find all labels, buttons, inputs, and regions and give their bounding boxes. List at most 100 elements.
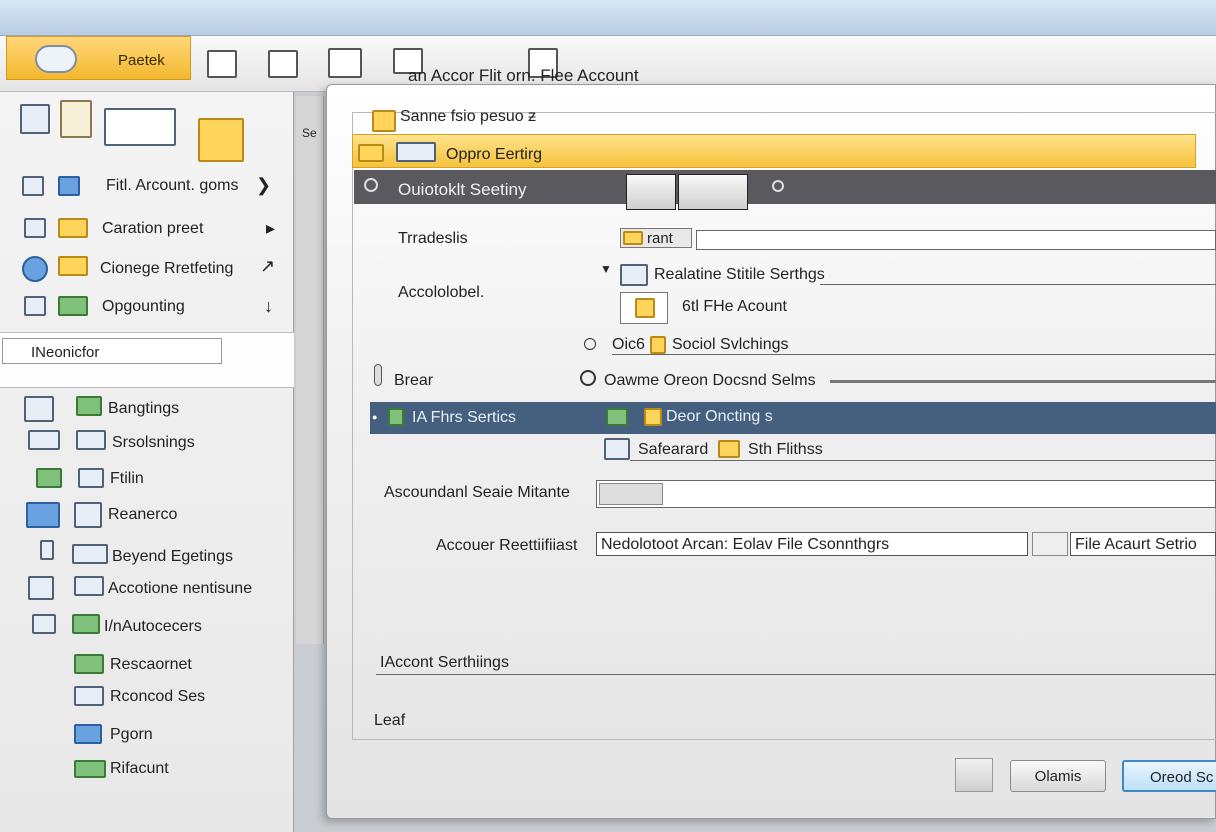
nav-search-value: INeonicfor <box>31 344 100 361</box>
monitor-icon <box>26 502 60 528</box>
ribbon-file-label: Paetek <box>118 52 165 69</box>
folder-icon <box>623 231 643 245</box>
folder-icon[interactable] <box>198 118 244 162</box>
accouer-label: Accouer Reettiifiiast <box>436 537 578 554</box>
accolobel-label: Accololobel. <box>398 284 485 301</box>
window-titlebar <box>0 0 1216 36</box>
account-file-button[interactable] <box>620 292 668 324</box>
cancel-label: Olamis <box>1034 768 1082 785</box>
oieg-label: Oic6 <box>612 336 645 353</box>
chevron-right-icon[interactable]: ❯ <box>256 175 271 196</box>
screen-icon <box>74 502 102 528</box>
leaf-label: Leaf <box>374 712 406 729</box>
list-item-label: Pgorn <box>110 726 153 743</box>
card-icon <box>604 438 630 460</box>
header-toggle-button[interactable] <box>626 174 676 210</box>
divider <box>820 284 1216 285</box>
ok-button[interactable]: Oreod Sc <box>1122 760 1216 792</box>
chevron-right-icon[interactable]: ▸ <box>266 218 275 239</box>
paste-icon[interactable] <box>207 50 237 78</box>
radio-button[interactable] <box>584 338 596 350</box>
list-item-label: Rconcod Ses <box>110 688 206 705</box>
folder-icon <box>644 408 662 426</box>
bullet-icon: ● <box>372 412 378 422</box>
divider <box>376 674 1216 675</box>
pin-icon[interactable]: ↗ <box>260 256 275 277</box>
selected-settings-label: Oppro Eertirg <box>446 146 543 163</box>
sth-label: Sth Flithss <box>748 441 823 458</box>
nav-item-label: Fitl. Arcount. goms <box>106 177 239 194</box>
caret-down-icon[interactable]: ▼ <box>600 262 612 276</box>
phone-icon <box>40 540 54 560</box>
chart-icon <box>58 296 88 316</box>
navigation-pane <box>0 92 294 832</box>
wallet-icon <box>74 760 106 778</box>
contacts-icon[interactable] <box>20 104 50 134</box>
cancel-button[interactable]: Olamis <box>1010 760 1106 792</box>
list-item-label: Bangtings <box>108 400 180 417</box>
accouer-input[interactable]: Nedolotoot Arcan: Eolav File Csonnthgrs <box>596 532 1028 556</box>
folder-icon <box>358 144 384 162</box>
mail-icon <box>58 176 80 196</box>
safecard-label: Safearard <box>638 441 709 458</box>
accouer-input-value: Nedolotoot Arcan: Eolav File Csonnthgrs <box>601 536 890 553</box>
search-icon[interactable] <box>580 370 596 386</box>
calendar-icon[interactable] <box>60 100 92 138</box>
grid-icon[interactable] <box>328 48 362 78</box>
globe-icon <box>22 256 48 282</box>
list-item-label: Accotione nentisune <box>108 580 253 597</box>
browse-button[interactable] <box>1032 532 1068 556</box>
inbox-icon[interactable] <box>104 108 176 146</box>
splitter-label: Se <box>302 126 317 140</box>
tradeslis-input[interactable] <box>696 230 1216 250</box>
file-icon <box>388 408 404 426</box>
list-item-label: Beyend Egetings <box>112 548 233 565</box>
settings-card-icon <box>396 142 436 162</box>
secure-input[interactable] <box>596 480 1216 508</box>
list-item-label: Ftilin <box>110 470 144 487</box>
form-icon <box>72 544 108 564</box>
filter-icon <box>78 468 104 488</box>
arrow-down-icon[interactable]: ↓ <box>264 296 273 317</box>
package-icon <box>72 614 100 634</box>
outlook-settings-label: Ouiotoklt Seetiny <box>398 180 527 199</box>
ownme-label: Oawme Oreon Docsnd Selms <box>604 372 816 389</box>
folder-icon <box>718 440 740 458</box>
pane-splitter[interactable]: Se <box>296 96 324 644</box>
envelope-icon <box>58 218 88 238</box>
toolbox-icon <box>76 396 102 416</box>
dialog-title: Sanne fsio pesuo ƶ <box>400 108 537 125</box>
archive-icon <box>74 686 104 706</box>
ok-label: Oreod Sc <box>1150 769 1214 786</box>
tradeslis-value: rant <box>647 230 673 247</box>
account-settings-label: IAccont Serthiings <box>380 654 509 671</box>
file-account-label: 6tl FHe Acount <box>682 298 787 315</box>
accouer-input-secondary[interactable]: File Acaurt Setrio <box>1070 532 1216 556</box>
realtime-label: Realatine Stitile Serthgs <box>654 266 825 283</box>
header-option-button[interactable] <box>678 174 748 210</box>
settings-icon <box>24 396 54 422</box>
list-icon <box>74 576 104 596</box>
secure-input-button[interactable] <box>599 483 663 505</box>
people-icon <box>606 408 628 426</box>
secure-label: Ascoundanl Seaie Mitante <box>384 484 570 501</box>
list-item-label: Rescaornet <box>110 656 192 673</box>
users-icon <box>74 654 104 674</box>
envelope-icon <box>58 256 88 276</box>
list-item-label: Srsolsnings <box>112 434 195 451</box>
nav-item-label: Cionege Rretfeting <box>100 260 234 277</box>
copy-icon[interactable] <box>268 50 298 78</box>
file-icon <box>635 298 655 318</box>
realtime-icon <box>620 264 648 286</box>
selected-row-label: IA Fhrs Sertics <box>412 409 517 426</box>
app-logo-icon <box>35 45 77 73</box>
printer-icon <box>32 614 56 634</box>
note-icon <box>74 724 102 744</box>
divider <box>630 460 1216 461</box>
help-button[interactable] <box>955 758 993 792</box>
tradeslis-dropdown[interactable]: rant <box>620 228 692 248</box>
lock-icon <box>650 336 666 354</box>
nav-search-input[interactable]: INeonicfor <box>2 338 222 364</box>
help-icon[interactable] <box>772 180 784 192</box>
refresh-icon[interactable] <box>364 178 378 192</box>
